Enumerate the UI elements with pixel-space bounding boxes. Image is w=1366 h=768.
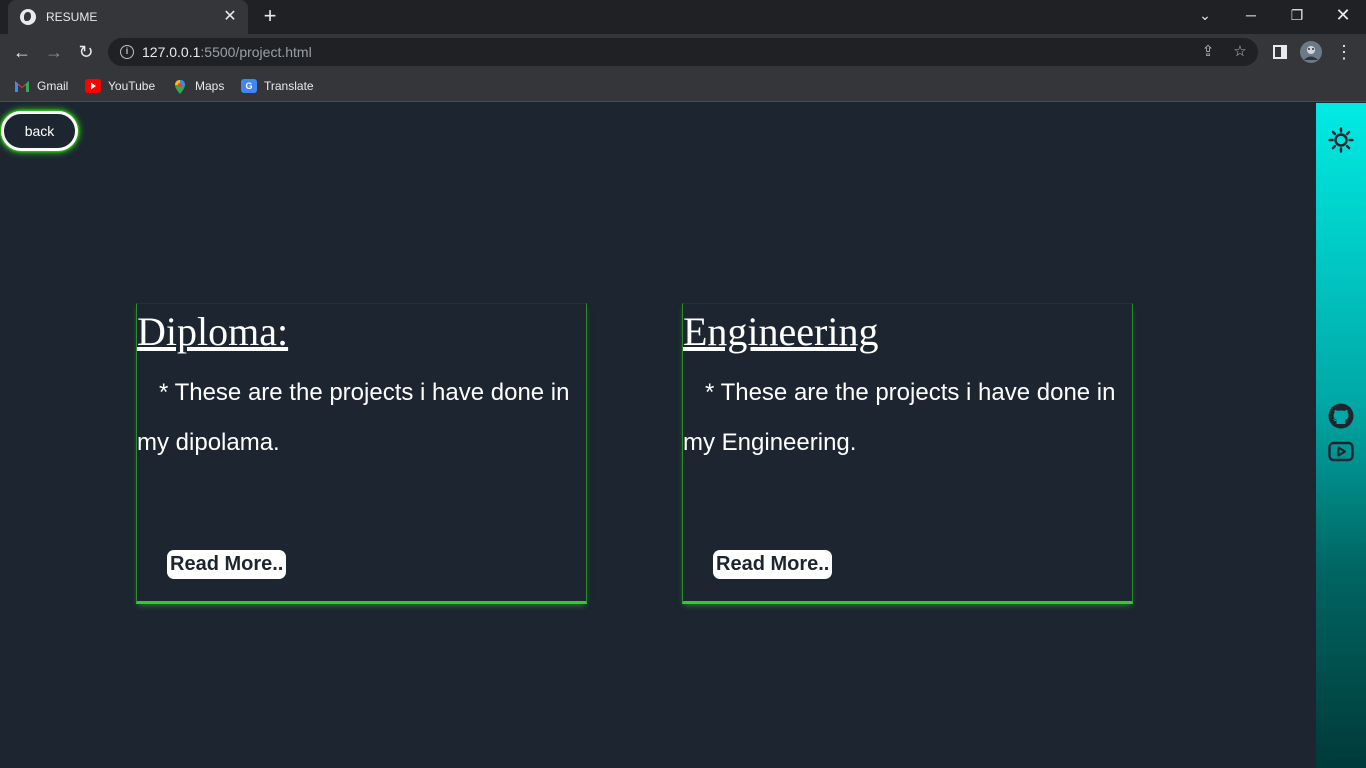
profile-avatar[interactable] [1299,40,1323,64]
card-title: Engineering [683,309,879,354]
info-icon[interactable]: i [120,45,134,59]
youtube-icon[interactable] [1328,441,1354,467]
share-icon[interactable]: ⇪ [1198,42,1218,62]
bookmark-translate[interactable]: G Translate [241,77,314,95]
maps-pin-icon [172,79,188,94]
project-card-diploma: Diploma: * These are the projects i have… [136,303,587,604]
tab-title: RESUME [46,10,98,24]
side-panel-icon[interactable] [1268,40,1292,64]
minimize-button[interactable]: ─ [1228,0,1274,30]
bookmark-youtube[interactable]: YouTube [85,77,155,95]
browser-tab[interactable]: RESUME ✕ [8,0,248,34]
page-content: back Diploma: * These are the projects i… [0,103,1316,768]
reload-icon[interactable]: ↻ [74,40,98,64]
read-more-button[interactable]: Read More.. [167,550,287,579]
card-description: * These are the projects i have done in … [137,379,570,456]
new-tab-button[interactable]: + [260,5,280,27]
url-text[interactable]: 127.0.0.1:5500/project.html [142,44,312,60]
right-sidebar [1316,103,1366,768]
sun-icon[interactable] [1328,127,1354,153]
browser-tab-strip: RESUME ✕ + ⌄ ─ ❐ ✕ [0,0,1366,34]
bookmark-gmail[interactable]: Gmail [14,77,68,95]
close-window-button[interactable]: ✕ [1320,0,1366,30]
youtube-icon [85,79,101,93]
back-button[interactable]: back [1,111,78,151]
card-title: Diploma: [137,309,289,354]
gmail-icon [14,79,30,93]
bookmark-maps[interactable]: Maps [172,77,224,95]
globe-icon [20,9,36,25]
menu-kebab-icon[interactable]: ⋮ [1332,40,1356,64]
card-description: * These are the projects i have done in … [683,379,1116,456]
bookmark-star-icon[interactable]: ☆ [1230,42,1250,62]
project-card-engineering: Engineering * These are the projects i h… [682,303,1133,604]
bookmarks-bar: Gmail YouTube Maps G Translate [0,70,1366,102]
forward-arrow-icon[interactable]: → [42,40,66,64]
translate-icon: G [241,79,257,93]
address-bar[interactable]: i 127.0.0.1:5500/project.html ⇪ ☆ [108,38,1258,66]
github-icon[interactable] [1328,403,1354,429]
back-arrow-icon[interactable]: ← [10,40,34,64]
tab-search-icon[interactable]: ⌄ [1182,0,1228,30]
restore-button[interactable]: ❐ [1274,0,1320,30]
read-more-button[interactable]: Read More.. [713,550,833,579]
close-tab-icon[interactable]: ✕ [222,9,238,25]
